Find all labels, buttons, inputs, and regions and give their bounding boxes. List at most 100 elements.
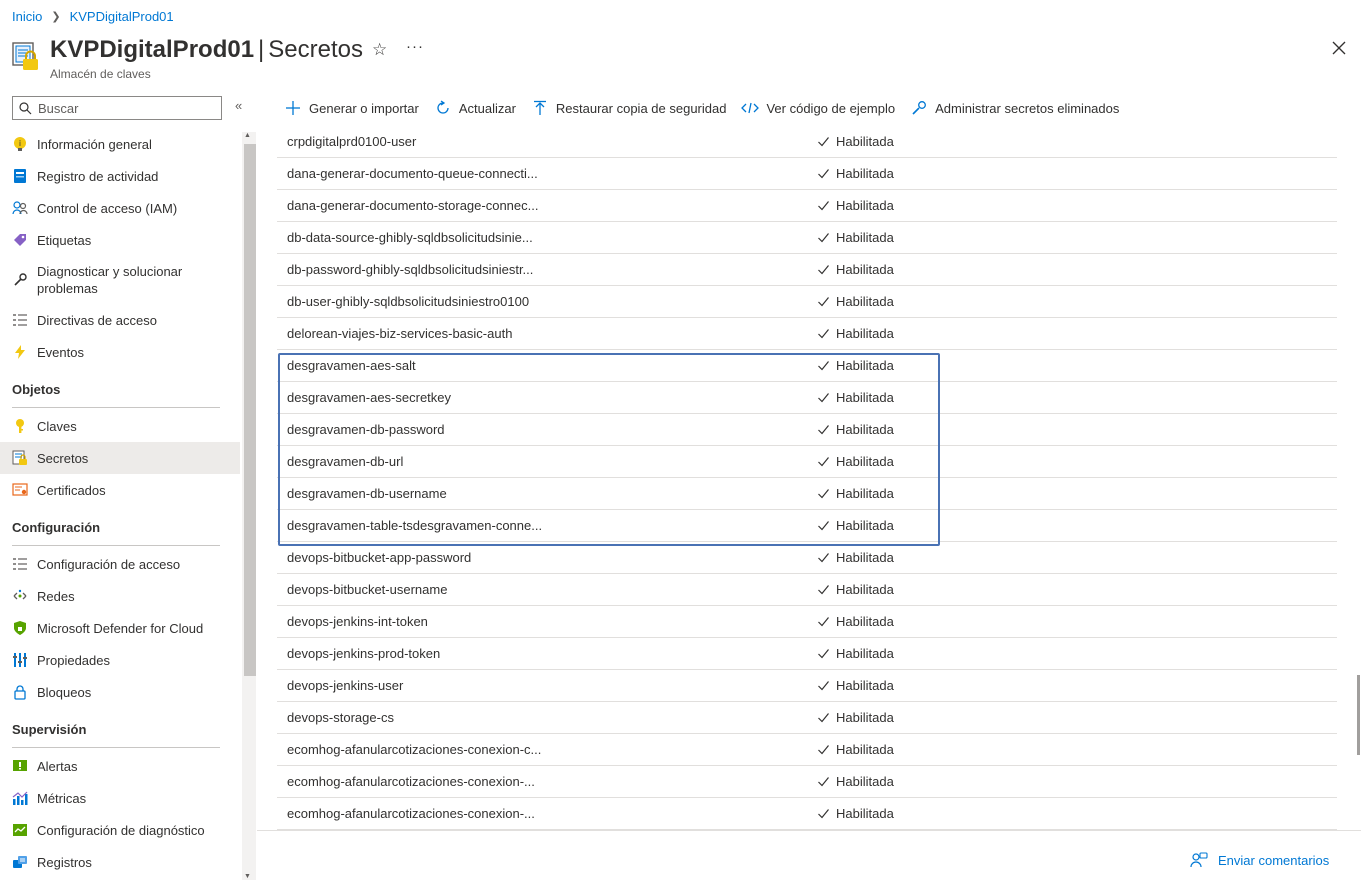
scroll-down-icon[interactable]: ▼: [244, 873, 251, 880]
table-row[interactable]: devops-bitbucket-username Habilitada: [277, 574, 1337, 606]
secret-name[interactable]: ecomhog-afanularcotizaciones-conexion-..…: [287, 774, 535, 789]
sidebar-item-configuracion-diagnostico[interactable]: Configuración de diagnóstico: [0, 814, 240, 846]
status-cell: Habilitada: [817, 550, 894, 565]
code-icon: [741, 99, 760, 117]
view-sample-code-button[interactable]: Ver código de ejemplo: [741, 99, 895, 117]
sidebar-item-claves[interactable]: Claves: [0, 410, 240, 442]
secret-name[interactable]: devops-bitbucket-username: [287, 582, 447, 597]
status-cell: Habilitada: [817, 358, 894, 373]
table-row[interactable]: devops-jenkins-int-token Habilitada: [277, 606, 1337, 638]
breadcrumb-home-link[interactable]: Inicio: [12, 9, 42, 24]
secret-name[interactable]: desgravamen-table-tsdesgravamen-conne...: [287, 518, 542, 533]
secret-name[interactable]: db-user-ghibly-sqldbsolicitudsiniestro01…: [287, 294, 529, 309]
secret-name[interactable]: ecomhog-afanularcotizaciones-conexion-..…: [287, 806, 535, 821]
sidebar-item-label: Propiedades: [37, 652, 110, 668]
secret-name[interactable]: devops-storage-cs: [287, 710, 394, 725]
sidebar-item-informacion-general[interactable]: i Información general: [0, 128, 240, 160]
table-row[interactable]: db-user-ghibly-sqldbsolicitudsiniestro01…: [277, 286, 1337, 318]
sidebar-item-secretos[interactable]: Secretos: [0, 442, 240, 474]
secret-name[interactable]: desgravamen-db-username: [287, 486, 447, 501]
table-row[interactable]: devops-bitbucket-app-password Habilitada: [277, 542, 1337, 574]
secret-name[interactable]: devops-jenkins-int-token: [287, 614, 428, 629]
search-box[interactable]: [12, 96, 222, 120]
refresh-button[interactable]: Actualizar: [434, 99, 516, 117]
table-row[interactable]: ecomhog-afanularcotizaciones-conexion-..…: [277, 766, 1337, 798]
key-vault-icon: [12, 42, 38, 70]
table-row[interactable]: desgravamen-table-tsdesgravamen-conne...…: [277, 510, 1337, 542]
sidebar-item-directivas-acceso[interactable]: Directivas de acceso: [0, 304, 240, 336]
table-row[interactable]: devops-jenkins-user Habilitada: [277, 670, 1337, 702]
secret-name[interactable]: dana-generar-documento-queue-connecti...: [287, 166, 538, 181]
page-subtitle: Almacén de claves: [50, 67, 151, 81]
sidebar-item-defender[interactable]: Microsoft Defender for Cloud: [0, 612, 240, 644]
table-row[interactable]: devops-jenkins-prod-token Habilitada: [277, 638, 1337, 670]
table-row[interactable]: desgravamen-db-username Habilitada: [277, 478, 1337, 510]
table-row[interactable]: delorean-viajes-biz-services-basic-auth H…: [277, 318, 1337, 350]
scroll-up-icon[interactable]: ▲: [244, 132, 251, 139]
secret-name[interactable]: db-password-ghibly-sqldbsolicitudsiniest…: [287, 262, 533, 277]
table-row[interactable]: desgravamen-aes-secretkey Habilitada: [277, 382, 1337, 414]
collapse-sidebar-icon[interactable]: «: [235, 98, 242, 113]
main-scrollbar[interactable]: [1357, 675, 1360, 755]
page-header: KVPDigitalProd01 | Secretos Almacén de cla…: [12, 36, 1361, 86]
secret-name[interactable]: crpdigitalprd0100-user: [287, 134, 416, 149]
secret-name[interactable]: desgravamen-db-password: [287, 422, 445, 437]
status-cell: Habilitada: [817, 742, 894, 757]
secret-name[interactable]: desgravamen-aes-salt: [287, 358, 416, 373]
sidebar-scroll-thumb[interactable]: [244, 144, 256, 676]
favorite-star-icon[interactable]: ☆: [372, 40, 387, 60]
checkmark-icon: [818, 617, 829, 627]
sidebar-item-registros[interactable]: Registros: [0, 846, 240, 878]
sidebar-item-configuracion-acceso[interactable]: Configuración de acceso: [0, 548, 240, 580]
table-row[interactable]: devops-storage-cs Habilitada: [277, 702, 1337, 734]
secret-name[interactable]: delorean-viajes-biz-services-basic-auth: [287, 326, 512, 341]
sidebar-item-certificados[interactable]: Certificados: [0, 474, 240, 506]
sidebar-item-eventos[interactable]: Eventos: [0, 336, 240, 368]
status-cell: Habilitada: [817, 326, 894, 341]
status-cell: Habilitada: [817, 262, 894, 277]
table-row[interactable]: ecomhog-afanularcotizaciones-conexion-..…: [277, 798, 1337, 830]
sidebar-item-diagnosticar[interactable]: Diagnosticar y solucionar problemas: [0, 256, 240, 304]
secret-name[interactable]: dana-generar-documento-storage-connec...: [287, 198, 538, 213]
secret-name[interactable]: ecomhog-afanularcotizaciones-conexion-c.…: [287, 742, 541, 757]
sidebar-item-label: Registros: [37, 854, 92, 870]
more-options-icon[interactable]: ···: [406, 38, 424, 55]
table-row[interactable]: desgravamen-db-password Habilitada: [277, 414, 1337, 446]
table-row[interactable]: crpdigitalprd0100-user Habilitada: [277, 126, 1337, 158]
status-label: Habilitada: [836, 230, 894, 245]
status-cell: Habilitada: [817, 454, 894, 469]
sidebar-item-etiquetas[interactable]: Etiquetas: [0, 224, 240, 256]
sidebar-item-redes[interactable]: Redes: [0, 580, 240, 612]
manage-deleted-secrets-button[interactable]: Administrar secretos eliminados: [910, 99, 1119, 117]
secret-name[interactable]: desgravamen-aes-secretkey: [287, 390, 451, 405]
table-row[interactable]: db-data-source-ghibly-sqldbsolicitudsini…: [277, 222, 1337, 254]
sidebar-item-propiedades[interactable]: Propiedades: [0, 644, 240, 676]
sidebar-item-registro-actividad[interactable]: Registro de actividad: [0, 160, 240, 192]
sidebar-item-metricas[interactable]: Métricas: [0, 782, 240, 814]
sidebar-scrollbar[interactable]: ▲ ▼: [242, 132, 256, 880]
checkmark-icon: [818, 265, 829, 275]
restore-backup-button[interactable]: Restaurar copia de seguridad: [531, 99, 726, 117]
table-row[interactable]: db-password-ghibly-sqldbsolicitudsiniest…: [277, 254, 1337, 286]
table-row[interactable]: ecomhog-afanularcotizaciones-conexion-c.…: [277, 734, 1337, 766]
table-row[interactable]: desgravamen-db-url Habilitada: [277, 446, 1337, 478]
table-row[interactable]: desgravamen-aes-salt Habilitada: [277, 350, 1337, 382]
secret-name[interactable]: desgravamen-db-url: [287, 454, 403, 469]
sidebar-item-control-acceso[interactable]: Control de acceso (IAM): [0, 192, 240, 224]
generate-import-button[interactable]: Generar o importar: [284, 99, 419, 117]
section-objetos: Objetos: [0, 368, 240, 410]
secret-name[interactable]: db-data-source-ghibly-sqldbsolicitudsini…: [287, 230, 533, 245]
send-feedback-button[interactable]: Enviar comentarios: [1190, 852, 1329, 868]
secret-name[interactable]: devops-bitbucket-app-password: [287, 550, 471, 565]
search-input[interactable]: [38, 100, 208, 116]
close-icon[interactable]: [1331, 40, 1347, 56]
sidebar-item-label: Claves: [37, 418, 77, 434]
table-row[interactable]: dana-generar-documento-storage-connec...…: [277, 190, 1337, 222]
secret-name[interactable]: devops-jenkins-user: [287, 678, 403, 693]
secret-name[interactable]: devops-jenkins-prod-token: [287, 646, 440, 661]
sidebar-item-alertas[interactable]: Alertas: [0, 750, 240, 782]
status-label: Habilitada: [836, 550, 894, 565]
sidebar-item-bloqueos[interactable]: Bloqueos: [0, 676, 240, 708]
breadcrumb-current-link[interactable]: KVPDigitalProd01: [70, 9, 174, 24]
table-row[interactable]: dana-generar-documento-queue-connecti...…: [277, 158, 1337, 190]
